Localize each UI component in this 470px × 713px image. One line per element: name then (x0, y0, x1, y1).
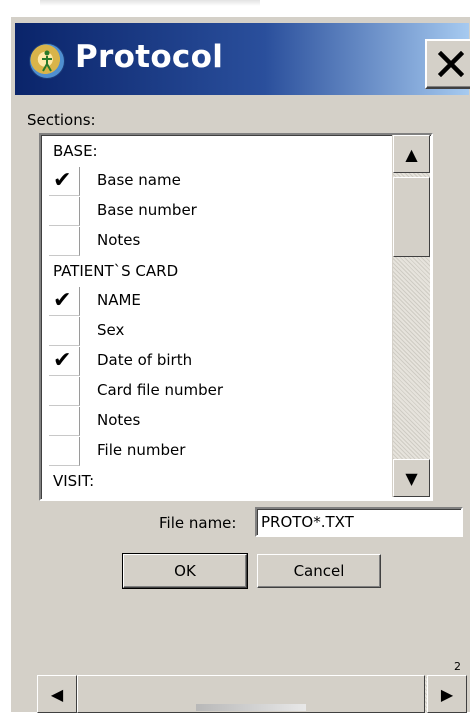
top-edge-artifact (40, 0, 260, 6)
arrow-down-icon: ▼ (405, 468, 418, 488)
section-checkbox[interactable]: ✔ (49, 167, 80, 196)
sections-label: Sections: (27, 111, 96, 129)
ok-button[interactable]: OK (122, 553, 248, 589)
section-group-header: BASE: (53, 142, 98, 160)
section-item[interactable]: File number (49, 437, 389, 467)
section-item[interactable]: ✔ NAME (49, 287, 389, 317)
section-item-label: Sex (97, 321, 125, 339)
section-item[interactable]: Notes (49, 407, 389, 437)
checkmark-icon: ✔ (53, 168, 72, 193)
section-checkbox[interactable]: ✔ (49, 347, 80, 376)
arrow-up-icon: ▲ (405, 144, 418, 164)
section-checkbox[interactable]: ✔ (49, 287, 80, 316)
title-bar[interactable]: Protocol (15, 23, 470, 95)
section-item-label: NAME (97, 291, 141, 309)
cancel-button[interactable]: Cancel (257, 554, 381, 588)
checkmark-icon: ✔ (53, 288, 72, 313)
section-item-label: Base number (97, 201, 197, 219)
arrow-right-icon: ▶ (440, 684, 454, 704)
section-item[interactable]: Card file number (49, 377, 389, 407)
arrow-left-icon: ◀ (50, 684, 64, 704)
section-checkbox[interactable] (49, 437, 80, 466)
section-item[interactable]: ✔ Base name (49, 167, 389, 197)
scroll-right-button[interactable]: ▶ (427, 675, 467, 713)
section-checkbox[interactable] (49, 377, 80, 406)
bottom-edge-strip (196, 704, 306, 711)
section-checkbox[interactable] (49, 227, 80, 256)
scroll-left-button[interactable]: ◀ (37, 675, 77, 713)
section-item[interactable]: Notes (49, 227, 389, 257)
scroll-thumb[interactable] (393, 177, 430, 257)
app-logo-icon (29, 43, 65, 79)
person-figure-icon (42, 50, 52, 72)
section-group-header: PATIENT`S CARD (53, 262, 179, 280)
edge-text: 2 (454, 660, 461, 673)
section-item-label: File number (97, 441, 186, 459)
section-checkbox[interactable] (49, 407, 80, 436)
section-item[interactable]: ✔ Date of birth (49, 347, 389, 377)
section-checkbox[interactable] (49, 317, 80, 346)
scroll-up-button[interactable]: ▲ (393, 135, 430, 173)
close-button[interactable] (425, 39, 470, 89)
section-item[interactable]: Sex (49, 317, 389, 347)
close-icon (438, 51, 464, 77)
section-item-label: Base name (97, 171, 181, 189)
section-checkbox[interactable] (49, 197, 80, 226)
file-name-label: File name: (159, 514, 237, 532)
file-name-input[interactable] (255, 507, 463, 537)
sections-list: BASE: ✔ Base name Base number Notes PATIENT`S… (41, 135, 391, 499)
section-item-label: Card file number (97, 381, 224, 399)
section-item[interactable]: Base number (49, 197, 389, 227)
window-title: Protocol (75, 39, 224, 75)
vertical-scrollbar[interactable]: ▲ ▼ (392, 135, 430, 497)
section-item-label: Notes (97, 411, 141, 429)
scroll-down-button[interactable]: ▼ (393, 459, 430, 497)
section-group-header: VISIT: (53, 472, 95, 490)
section-item-label: Date of birth (97, 351, 193, 369)
section-item-label: Notes (97, 231, 141, 249)
sections-listbox[interactable]: BASE: ✔ Base name Base number Notes PATIENT`S… (39, 133, 433, 501)
protocol-dialog: Protocol Sections: BASE: ✔ Base name Base n… (10, 16, 470, 713)
checkmark-icon: ✔ (53, 348, 72, 373)
